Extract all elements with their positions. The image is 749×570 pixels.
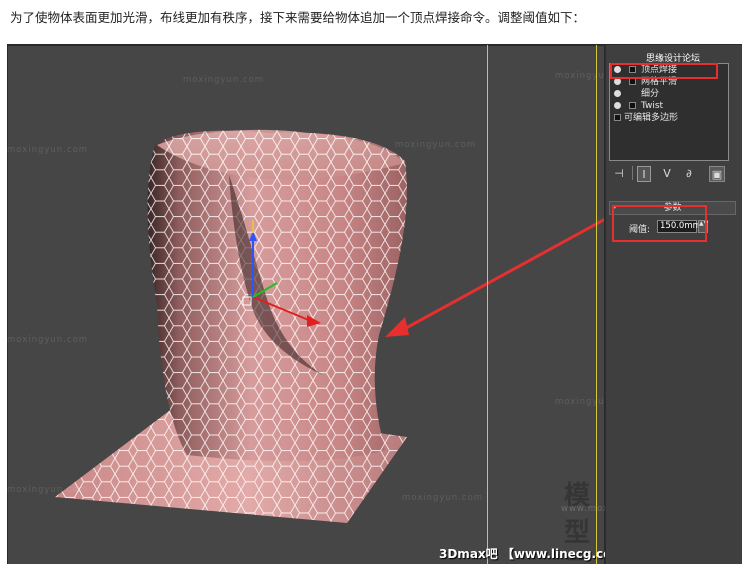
stack-toolbar: ⊣ I V ∂ ▣	[609, 166, 739, 184]
stack-item-subdivide[interactable]: 细分	[610, 88, 728, 100]
watermark: moxingyun.com	[395, 140, 477, 150]
make-unique-icon[interactable]: V	[659, 166, 675, 182]
lightbulb-icon[interactable]	[614, 102, 621, 109]
guide-line-left	[487, 45, 488, 564]
stack-item-editable-poly[interactable]: 可编辑多边形	[610, 112, 728, 124]
highlight-box-threshold	[612, 205, 707, 242]
pin-stack-icon[interactable]: ⊣	[611, 166, 627, 182]
toolbar-divider	[632, 166, 633, 180]
annotation-arrow	[385, 217, 605, 337]
command-panel: 思缘设计论坛 顶点焊接 网格平滑 细分 Twist 可编辑多边形 ⊣ I V ∂…	[605, 45, 742, 564]
highlight-box-stack	[610, 63, 718, 79]
stack-item-label: 可编辑多边形	[624, 113, 679, 123]
configure-sets-icon[interactable]: ▣	[709, 166, 725, 182]
stack-item-twist[interactable]: Twist	[610, 100, 728, 112]
watermark: moxingyun.com	[7, 335, 89, 345]
caption-text: 为了使物体表面更加光滑，布线更加有秩序，接下来需要给物体追加一个顶点焊接命令。调…	[10, 10, 586, 25]
remove-modifier-icon[interactable]: ∂	[681, 166, 697, 182]
stack-item-label: 细分	[641, 89, 660, 99]
expand-box-icon[interactable]	[629, 78, 636, 85]
watermark: moxingyun.com	[7, 485, 89, 495]
perspective-viewport[interactable]: moxingyun.com moxingyun.com moxingyun.co…	[7, 45, 713, 564]
watermark: moxingyun.com	[7, 145, 89, 155]
max-screenshot: moxingyun.com moxingyun.com moxingyun.co…	[7, 44, 742, 564]
expand-box-icon[interactable]	[614, 114, 621, 121]
watermark: moxingyun.com	[402, 493, 484, 503]
watermark: moxingyun.com	[183, 75, 265, 85]
stack-item-label: Twist	[641, 101, 664, 111]
expand-box-icon[interactable]	[629, 102, 636, 109]
show-end-result-icon[interactable]: I	[637, 166, 651, 182]
lightbulb-icon[interactable]	[614, 78, 621, 85]
viewport-canvas	[7, 45, 605, 564]
lightbulb-icon[interactable]	[614, 90, 621, 97]
